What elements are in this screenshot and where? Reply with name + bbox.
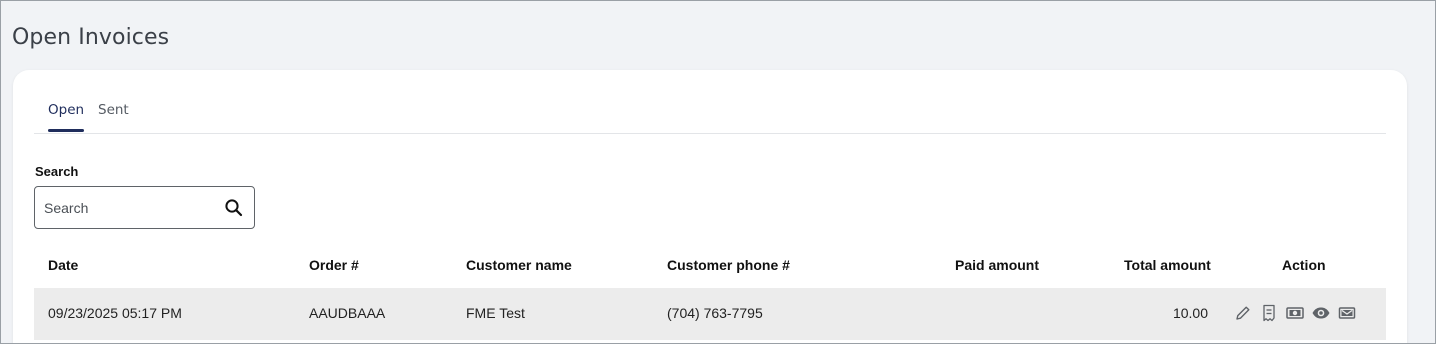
invoices-card: Open Sent Search Date Order # Customer n… (13, 70, 1407, 343)
column-header-date: Date (48, 257, 79, 273)
cell-date: 09/23/2025 05:17 PM (48, 305, 182, 321)
active-tab-indicator (48, 129, 84, 132)
search-field (34, 186, 255, 229)
column-header-customer-phone: Customer phone # (667, 257, 790, 273)
search-label: Search (35, 164, 79, 179)
app-window: Open Invoices Open Sent Search Date Orde… (0, 0, 1436, 344)
receipt-icon[interactable] (1259, 303, 1279, 323)
send-icon[interactable] (1337, 303, 1357, 323)
table-row[interactable]: 09/23/2025 05:17 PM AAUDBAAA FME Test (7… (34, 288, 1386, 340)
edit-icon[interactable] (1233, 303, 1253, 323)
cell-customer-phone: (704) 763-7795 (667, 305, 763, 321)
search-input[interactable] (44, 198, 214, 218)
search-icon[interactable] (224, 198, 244, 218)
tab-bar: Open Sent (34, 70, 1386, 134)
column-header-customer-name: Customer name (466, 257, 572, 273)
column-header-order: Order # (309, 257, 359, 273)
tab-open[interactable]: Open (48, 102, 84, 118)
column-header-total-amount: Total amount (1124, 257, 1211, 273)
cash-icon[interactable] (1285, 303, 1305, 323)
cell-customer-name: FME Test (466, 305, 525, 321)
view-icon[interactable] (1311, 303, 1331, 323)
cell-total-amount: 10.00 (1172, 305, 1208, 321)
column-header-paid-amount: Paid amount (955, 257, 1040, 273)
cell-order: AAUDBAAA (309, 305, 386, 321)
column-header-action: Action (1282, 257, 1326, 273)
tab-sent[interactable]: Sent (98, 102, 129, 118)
page-title: Open Invoices (12, 25, 170, 50)
